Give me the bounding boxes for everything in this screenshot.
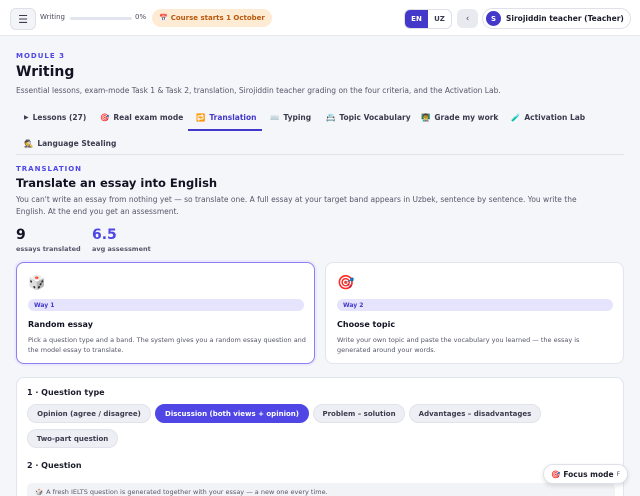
focus-mode-label: Focus mode bbox=[563, 469, 614, 479]
stat-essays-translated-value: 9 bbox=[16, 227, 26, 243]
course-start-badge: 📅 Course starts 1 October bbox=[152, 9, 272, 27]
tab-label: Typing bbox=[283, 113, 312, 122]
question-type-title: 1 · Question type bbox=[27, 388, 105, 397]
tab-grade-my-work[interactable]: 👨‍🏫 Grade my work bbox=[421, 110, 498, 125]
stat-avg-assessment-value: 6.5 bbox=[92, 227, 117, 243]
stat-avg-assessment-label: avg assessment bbox=[92, 245, 151, 253]
language-switcher: EN UZ bbox=[404, 9, 452, 29]
dice-icon: 🎲 bbox=[28, 275, 46, 291]
tab-label: Translation bbox=[209, 113, 257, 122]
tab-topic-vocabulary[interactable]: 📇 Topic Vocabulary bbox=[326, 110, 411, 125]
menu-button[interactable]: ☰ bbox=[10, 8, 36, 30]
tab-language-stealing[interactable]: 🕵️ Language Stealing bbox=[24, 136, 116, 151]
active-tab-indicator bbox=[188, 129, 262, 131]
focus-mode-shortcut: F bbox=[616, 470, 621, 478]
tab-lessons[interactable]: ▶ Lessons (27) bbox=[24, 110, 86, 125]
tab-typing[interactable]: ⌨️ Typing bbox=[270, 110, 311, 125]
section-title: Translate an essay into English bbox=[16, 176, 218, 190]
question-hint-text: A fresh IELTS question is generated toge… bbox=[46, 488, 328, 496]
target-icon: 🎯 bbox=[337, 275, 355, 291]
card-title: Choose topic bbox=[337, 320, 396, 329]
way-badge: Way 2 bbox=[337, 299, 613, 311]
tab-label: Topic Vocabulary bbox=[339, 113, 411, 122]
user-menu[interactable]: S Sirojiddin teacher (Teacher) bbox=[482, 8, 631, 29]
tab-label: Language Stealing bbox=[37, 139, 117, 148]
essay-options-panel: 1 · Question type Opinion (agree / disag… bbox=[16, 377, 624, 496]
dice-icon: 🎲 bbox=[35, 488, 44, 496]
progress-bar bbox=[70, 17, 132, 20]
question-type-opinion[interactable]: Opinion (agree / disagree) bbox=[27, 404, 151, 423]
section-description: You can't write an essay from nothing ye… bbox=[16, 195, 577, 216]
hamburger-icon: ☰ bbox=[18, 12, 28, 26]
lang-uz-button[interactable]: UZ bbox=[428, 10, 451, 28]
tab-label: Real exam mode bbox=[113, 113, 184, 122]
calendar-icon: 📅 bbox=[159, 14, 168, 22]
page-title: Writing bbox=[16, 64, 75, 80]
card-description: Write your own topic and paste the vocab… bbox=[337, 336, 580, 354]
play-icon: ▶ bbox=[24, 114, 29, 121]
question-hint: 🎲 A fresh IELTS question is generated to… bbox=[27, 483, 615, 496]
lang-en-button[interactable]: EN bbox=[405, 10, 428, 28]
stat-essays-translated-label: essays translated bbox=[16, 245, 81, 253]
way-badge: Way 1 bbox=[28, 299, 304, 311]
course-start-text: Course starts 1 October bbox=[170, 14, 265, 22]
tabs-divider bbox=[16, 154, 624, 155]
target-icon: 🎯 bbox=[550, 469, 561, 479]
card-title: Random essay bbox=[28, 320, 93, 329]
page-subtitle: Essential lessons, exam-mode Task 1 & Ta… bbox=[16, 86, 501, 95]
progress-label: Writing bbox=[40, 13, 65, 21]
question-type-advantages-disadvantages[interactable]: Advantages – disadvantages bbox=[409, 404, 541, 423]
module-label: MODULE 3 bbox=[16, 52, 65, 60]
tab-label: Lessons (27) bbox=[32, 113, 87, 122]
progress-percent: 0% bbox=[135, 13, 147, 21]
detective-icon: 🕵️ bbox=[24, 139, 34, 148]
card-index-icon: 📇 bbox=[326, 113, 336, 122]
question-type-discussion[interactable]: Discussion (both views + opinion) bbox=[155, 404, 309, 423]
question-type-problem-solution[interactable]: Problem – solution bbox=[313, 404, 405, 423]
focus-mode-button[interactable]: 🎯 Focus mode F bbox=[543, 464, 628, 484]
chevron-left-icon: ‹ bbox=[465, 13, 470, 24]
keyboard-icon: ⌨️ bbox=[270, 113, 280, 122]
test-tube-icon: 🧪 bbox=[511, 113, 521, 122]
section-eyebrow: TRANSLATION bbox=[16, 165, 83, 173]
user-name: Sirojiddin teacher (Teacher) bbox=[506, 14, 624, 23]
question-type-two-part[interactable]: Two-part question bbox=[27, 429, 118, 448]
repeat-icon: 🔁 bbox=[196, 113, 206, 122]
top-bar: ☰ Writing 0% 📅 Course starts 1 October E… bbox=[0, 0, 640, 36]
question-title: 2 · Question bbox=[27, 461, 82, 470]
tab-real-exam-mode[interactable]: 🎯 Real exam mode bbox=[100, 110, 183, 125]
card-choose-topic[interactable]: 🎯 Way 2 Choose topic Write your own topi… bbox=[325, 262, 624, 364]
back-button[interactable]: ‹ bbox=[457, 9, 478, 28]
tab-translation[interactable]: 🔁 Translation bbox=[196, 110, 256, 125]
card-description: Pick a question type and a band. The sys… bbox=[28, 336, 306, 354]
teacher-icon: 👨‍🏫 bbox=[421, 113, 431, 122]
target-icon: 🎯 bbox=[100, 113, 110, 122]
card-random-essay[interactable]: 🎲 Way 1 Random essay Pick a question typ… bbox=[16, 262, 315, 364]
tab-activation-lab[interactable]: 🧪 Activation Lab bbox=[511, 110, 585, 125]
tab-label: Grade my work bbox=[434, 113, 499, 122]
avatar: S bbox=[486, 11, 501, 26]
tab-label: Activation Lab bbox=[524, 113, 586, 122]
